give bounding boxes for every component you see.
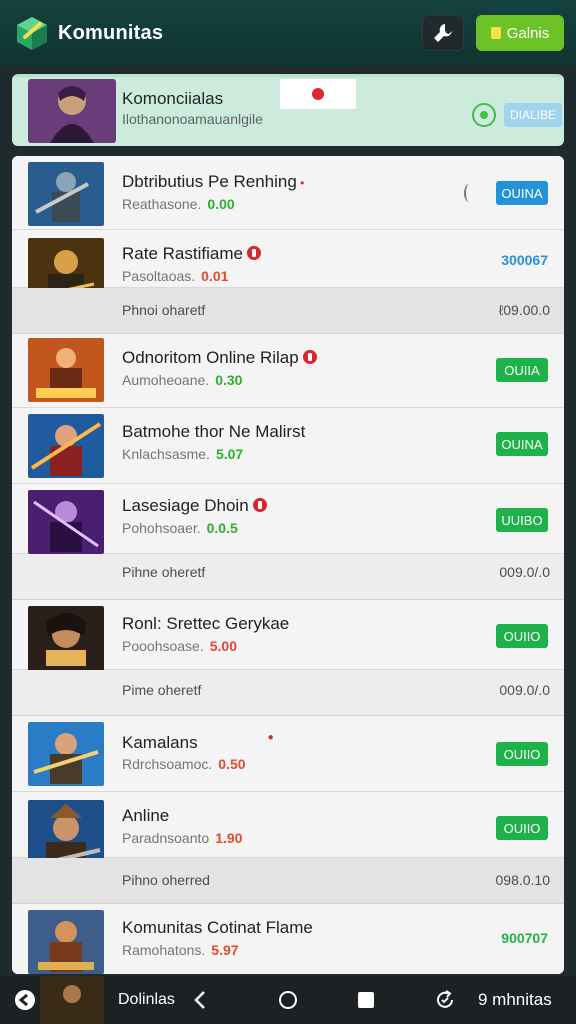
back-button[interactable] [192, 976, 208, 1024]
game-title: Kamalans ● [122, 732, 274, 752]
home-circle-icon [279, 991, 297, 1009]
list-footer: Pihno oherred 098.0.10 [12, 858, 564, 904]
bottom-left-label[interactable]: Dolinlas [118, 976, 175, 1024]
online-ring-icon [472, 103, 496, 127]
system-nav-bar: Dolinlas 9 mhnitas [0, 976, 576, 1024]
list-item[interactable]: Odnoritom Online Rilap Aumoheoane. 0.30 O… [12, 334, 564, 408]
game-thumbnail [28, 722, 104, 786]
game-title: Anline [122, 806, 170, 825]
game-list: Dbtributius Pe Renhing • Reathasone. 0.00… [12, 156, 564, 974]
back-arrow-button[interactable] [14, 976, 36, 1024]
game-subtitle: Aumoheoane. 0.30 [122, 372, 243, 388]
footer-number: ℓ09.00.0 [498, 302, 550, 318]
refresh-icon [437, 990, 453, 1008]
featured-tag[interactable]: DIALIBE [504, 103, 562, 127]
list-footer: Pihne oheretf 009.0/.0 [12, 554, 564, 600]
game-title: Batmohe thor Ne Malirst [122, 422, 306, 441]
game-subtitle: Pasoltaoas. 0.01 [122, 268, 229, 284]
footer-label: Pihno oherred [122, 872, 210, 888]
action-button[interactable]: OUIIO [496, 742, 548, 766]
action-button[interactable]: OUINA [496, 181, 548, 205]
loading-spinner-icon [464, 184, 474, 202]
game-title: Lasesiage Dhoin [122, 496, 267, 516]
list-footer: Pime oheretf 009.0/.0 [12, 670, 564, 716]
count-text: 900707 [501, 930, 548, 946]
game-thumbnail [28, 338, 104, 402]
action-button[interactable]: UUIBO [496, 508, 548, 532]
list-item[interactable]: Batmohe thor Ne Malirst Knlachsasme. 5.07… [12, 408, 564, 484]
alert-badge-icon [246, 246, 261, 260]
game-subtitle: Rdrchsoamoc. 0.50 [122, 756, 246, 772]
list-item[interactable]: Komunitas Cotinat Flame Ramohatons. 5.97 … [12, 904, 564, 974]
cube-logo-icon [14, 15, 50, 51]
count-text: 300067 [501, 252, 548, 268]
footer-number: 009.0/.0 [499, 564, 550, 580]
game-title: Ronl: Srettec Gerykae [122, 614, 290, 633]
app-header: Komunitas Galnis [0, 0, 576, 66]
featured-alert[interactable] [280, 79, 356, 109]
footer-number: 009.0/.0 [499, 682, 550, 698]
back-icon [194, 991, 205, 1009]
bottom-thumbnail [40, 976, 104, 1024]
game-title: Dbtributius Pe Renhing • [122, 172, 305, 191]
game-thumbnail [28, 490, 104, 554]
home-button[interactable] [278, 976, 298, 1024]
game-thumbnail [28, 910, 104, 974]
alert-badge-icon [302, 350, 317, 364]
game-title: Odnoritom Online Rilap [122, 348, 317, 368]
coins-button-label: Galnis [506, 24, 550, 42]
alert-badge-icon [252, 498, 267, 512]
refresh-button[interactable] [434, 976, 456, 1024]
action-button[interactable]: OUINA [496, 432, 548, 456]
footer-label: Pime oheretf [122, 682, 202, 698]
footer-label: Phnoi oharetf [122, 302, 206, 318]
footer-label: Pihne oheretf [122, 564, 206, 580]
featured-thumbnail [28, 79, 116, 143]
list-item[interactable]: Anline Paradnsoanto 1.90 OUIIO [12, 792, 564, 886]
list-item[interactable]: Lasesiage Dhoin Pohohsoaer. 0.0.5 UUIBO [12, 484, 564, 554]
coin-icon [490, 27, 501, 39]
game-title: Komunitas Cotinat Flame [122, 918, 313, 937]
game-subtitle: Knlachsasme. 5.07 [122, 446, 244, 462]
list-footer: Phnoi oharetf ℓ09.00.0 [12, 288, 564, 334]
action-button[interactable]: OUIIO [496, 816, 548, 840]
back-arrow-icon [15, 990, 35, 1010]
game-thumbnail [28, 162, 104, 226]
list-item[interactable]: Ronl: Srettec Gerykae Pooohsoase. 5.00 OU… [12, 600, 564, 692]
tools-button[interactable] [422, 15, 464, 51]
action-button[interactable]: OUIIA [496, 358, 548, 382]
game-subtitle: Reathasone. 0.00 [122, 196, 235, 212]
list-item[interactable]: Rate Rastifiame Pasoltaoas. 0.01 300067 [12, 230, 564, 302]
game-subtitle: Pooohsoase. 5.00 [122, 638, 237, 654]
red-dot-icon [312, 88, 324, 100]
coins-button[interactable]: Galnis [476, 15, 564, 51]
featured-title: Komonciialas [122, 89, 224, 108]
footer-number: 098.0.10 [495, 872, 551, 888]
square-icon [358, 992, 374, 1008]
list-item[interactable]: Dbtributius Pe Renhing • Reathasone. 0.00… [12, 156, 564, 230]
game-subtitle: Ramohatons. 5.97 [122, 942, 239, 958]
list-item[interactable]: Kamalans ● Rdrchsoamoc. 0.50 OUIIO [12, 716, 564, 792]
wrench-icon [434, 24, 452, 42]
featured-subtitle: Ilothanonoamauanlgile [122, 111, 263, 127]
app-title: Komunitas [58, 21, 164, 44]
game-title: Rate Rastifiame [122, 244, 261, 264]
game-thumbnail [28, 414, 104, 478]
action-button[interactable]: OUIIO [496, 624, 548, 648]
recents-button[interactable] [358, 976, 374, 1024]
game-subtitle: Pohohsoaer. 0.0.5 [122, 520, 238, 536]
game-subtitle: Paradnsoanto 1.90 [122, 830, 243, 846]
featured-card[interactable]: Komonciialas Ilothanonoamauanlgile DIALI… [12, 74, 564, 146]
bottom-right-label: 9 mhnitas [478, 990, 552, 1009]
